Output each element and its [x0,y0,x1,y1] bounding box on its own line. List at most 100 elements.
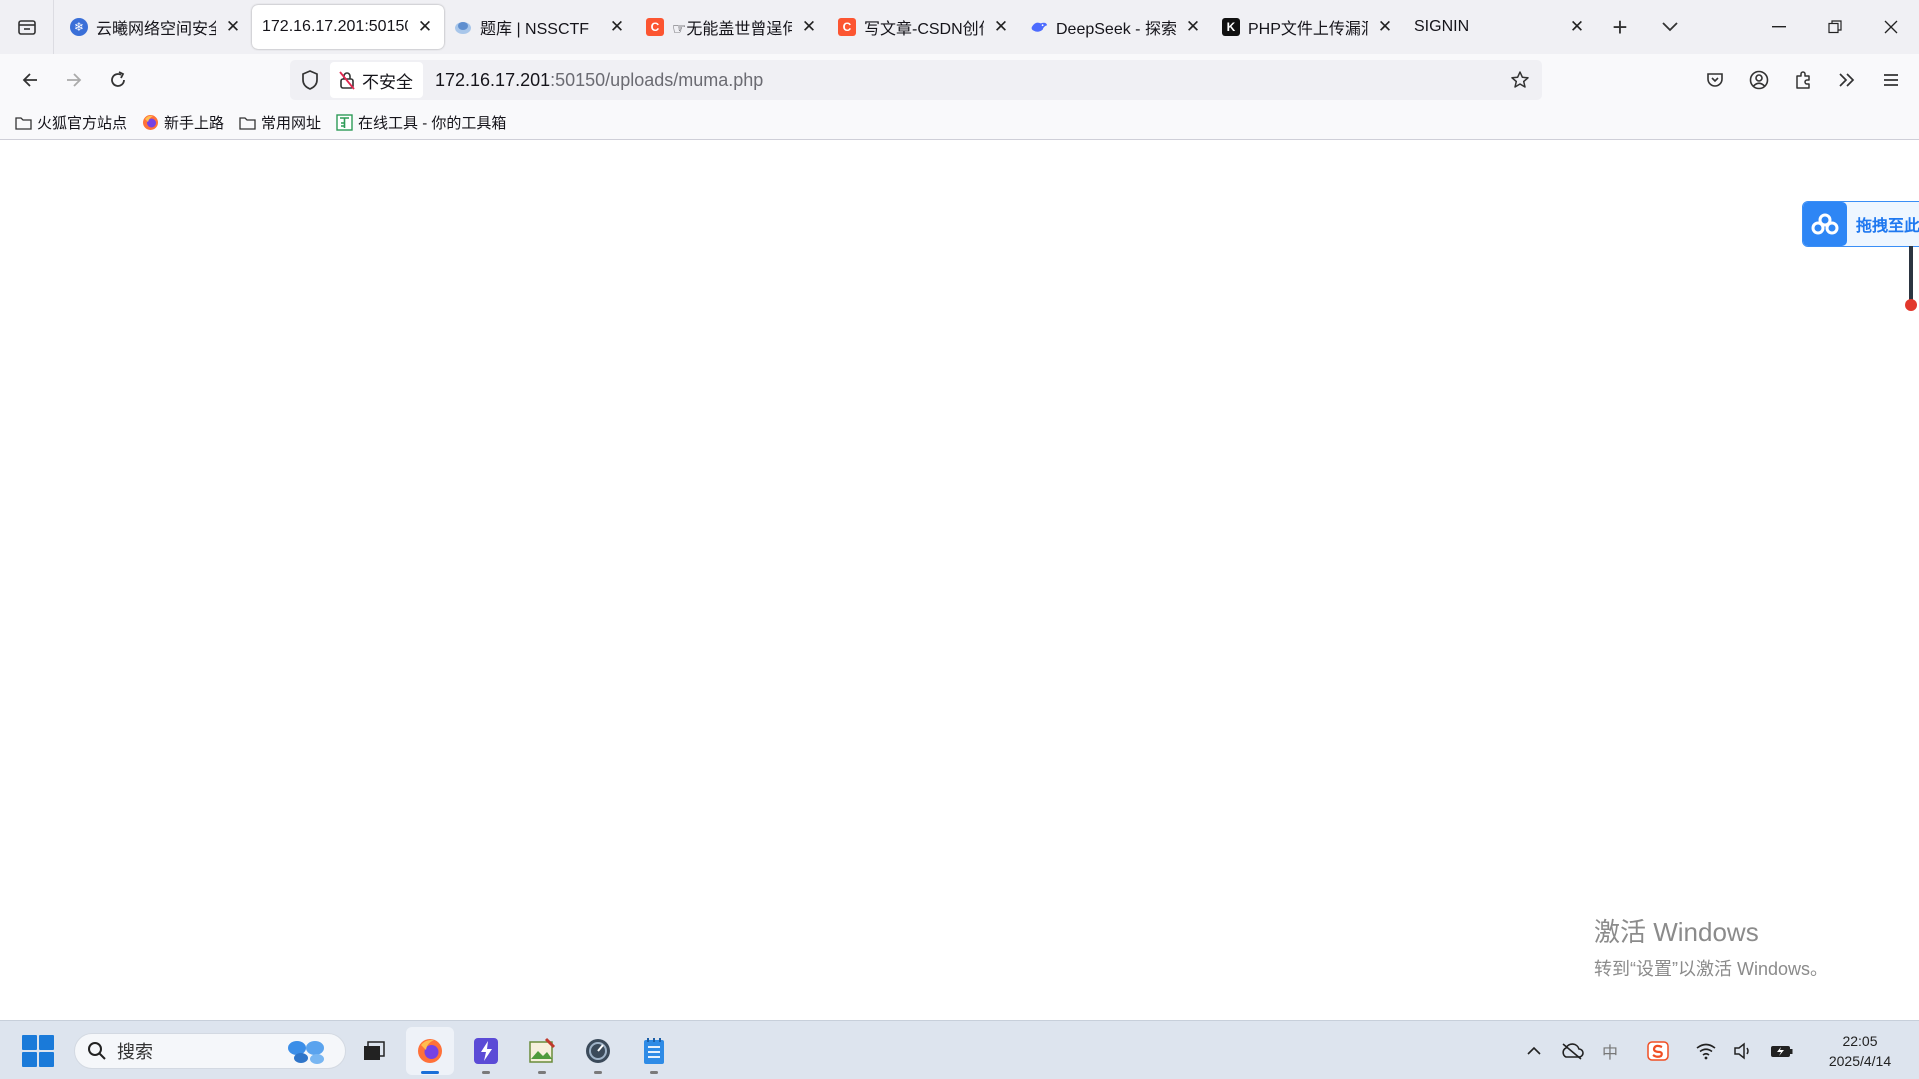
system-tray: 中 22:05 2025/4/14 [1515,1021,1919,1079]
taskbar-firefox[interactable] [406,1027,454,1075]
search-highlight-icon [288,1041,324,1064]
navigation-toolbar: 不安全 172.16.17.201:50150/uploads/muma.php [0,54,1919,106]
tab-yunxi[interactable]: ❄ 云曦网络空间安全 ✕ [60,5,252,49]
windows-logo-icon [22,1035,37,1050]
start-button[interactable] [22,1035,54,1067]
taskbar-task-view[interactable] [350,1027,398,1075]
page-content: 拖拽至此 激活 Windows 转到“设置”以激活 Windows。 [0,141,1919,1020]
onedrive-button[interactable] [1553,1032,1591,1070]
nssctf-icon [454,18,472,36]
bookmark-star-button[interactable] [1504,64,1536,96]
more-tools-button[interactable] [1827,60,1867,100]
running-indicator [482,1071,490,1074]
taskbar-clock[interactable]: 22:05 2025/4/14 [1801,1031,1919,1071]
cloud-offline-icon [1562,1042,1584,1060]
taskbar-app-purple[interactable] [462,1027,510,1075]
account-button[interactable] [1739,60,1779,100]
tab-title: 写文章-CSDN创作 [864,21,984,38]
yunxi-icon: ❄ [70,18,88,36]
taskbar-app-image[interactable] [518,1027,566,1075]
tab-csdn-2[interactable]: C 写文章-CSDN创作 ✕ [828,5,1020,49]
tracking-protection-button[interactable] [290,60,330,100]
reload-icon [111,71,125,87]
ime-button[interactable]: 中 [1591,1032,1629,1070]
folder-icon [14,114,32,132]
volume-button[interactable] [1725,1032,1763,1070]
security-label: 不安全 [362,72,413,92]
close-icon[interactable]: ✕ [224,17,242,36]
tab-title: SIGNIN [1414,18,1470,35]
firefox-view-button[interactable] [0,0,54,54]
running-indicator [594,1071,602,1074]
hamburger-menu-icon [1884,74,1898,86]
wifi-icon [1696,1043,1716,1059]
bookmark-item[interactable]: 火狐官方站点 [14,110,127,136]
bookmark-item[interactable]: 常用网址 [238,110,321,136]
restore-button[interactable] [1807,0,1863,54]
tab-csdn-1[interactable]: C ☞无能盖世曾逞何 ✕ [636,5,828,49]
chevron-down-icon [1662,22,1678,32]
app-menu-button[interactable] [1871,60,1911,100]
ime-label: 中 [1601,1044,1618,1062]
floating-indicator-dot [1905,299,1917,311]
bookmark-label: 常用网址 [261,115,322,132]
taskbar-app-gauge[interactable] [574,1027,622,1075]
new-tab-button[interactable]: + [1600,7,1640,47]
close-icon[interactable]: ✕ [992,17,1010,36]
k-icon: K [1222,18,1240,36]
list-all-tabs-button[interactable] [1650,7,1690,47]
back-arrow-icon [22,73,37,87]
back-button[interactable] [8,60,52,100]
reload-button[interactable] [96,60,140,100]
close-icon[interactable]: ✕ [1376,17,1394,36]
search-icon [88,1042,106,1060]
chevron-up-icon [1527,1046,1541,1055]
watermark-title: 激活 Windows [1594,917,1759,947]
app-gauge-icon [586,1039,610,1063]
url-path: :50150/uploads/muma.php [550,69,764,90]
url-bar[interactable]: 不安全 172.16.17.201:50150/uploads/muma.php [290,60,1542,100]
tab-signin[interactable]: SIGNIN ✕ [1404,5,1596,49]
close-icon[interactable]: ✕ [1568,17,1586,36]
forward-arrow-icon [67,73,82,87]
url-text[interactable]: 172.16.17.201:50150/uploads/muma.php [435,70,763,91]
extensions-button[interactable] [1783,60,1823,100]
clock-time: 22:05 [1842,1032,1878,1049]
forward-button[interactable] [52,60,96,100]
minimize-button[interactable] [1751,0,1807,54]
firefox-icon [418,1039,442,1063]
tab-title: PHP文件上传漏洞 [1248,21,1368,38]
close-icon[interactable]: ✕ [416,17,434,36]
close-icon[interactable]: ✕ [1184,17,1202,36]
bookmark-item[interactable]: 新手上路 [141,110,224,136]
show-hidden-icons-button[interactable] [1515,1032,1553,1070]
tab-php-upload[interactable]: K PHP文件上传漏洞 ✕ [1212,5,1404,49]
taskbar-search[interactable]: 搜索 [74,1033,346,1069]
folder-icon [238,114,256,132]
close-icon [1884,20,1898,34]
close-window-button[interactable] [1863,0,1919,54]
battery-button[interactable] [1763,1032,1801,1070]
taskbar-notepad[interactable] [630,1027,678,1075]
bookmark-label: 火狐官方站点 [37,115,128,132]
close-icon[interactable]: ✕ [800,17,818,36]
site-security-button[interactable]: 不安全 [330,62,423,98]
csdn-icon: C [838,18,856,36]
tab-current[interactable]: 172.16.17.201:50150/ ✕ [252,5,444,49]
tab-strip: ❄ 云曦网络空间安全 ✕ 172.16.17.201:50150/ ✕ 题库 |… [0,0,1919,54]
deepseek-icon [1030,18,1048,36]
sogou-icon [1647,1040,1669,1061]
bookmark-item[interactable]: 在线工具 - 你的工具箱 [335,110,506,136]
drop-widget-label: 拖拽至此 [1856,218,1919,235]
close-icon[interactable]: ✕ [608,17,626,36]
tab-deepseek[interactable]: DeepSeek - 探索 ✕ [1020,5,1212,49]
shield-icon [302,70,318,90]
tab-nssctf[interactable]: 题库 | NSSCTF ✕ [444,5,636,49]
pocket-button[interactable] [1695,60,1735,100]
bookmark-label: 新手上路 [164,115,225,132]
tab-title: DeepSeek - 探索 [1056,21,1176,38]
sogou-input-button[interactable] [1639,1032,1677,1070]
account-icon [1749,70,1769,90]
wifi-button[interactable] [1687,1032,1725,1070]
baidu-netdisk-drop-widget[interactable]: 拖拽至此 [1802,201,1919,247]
